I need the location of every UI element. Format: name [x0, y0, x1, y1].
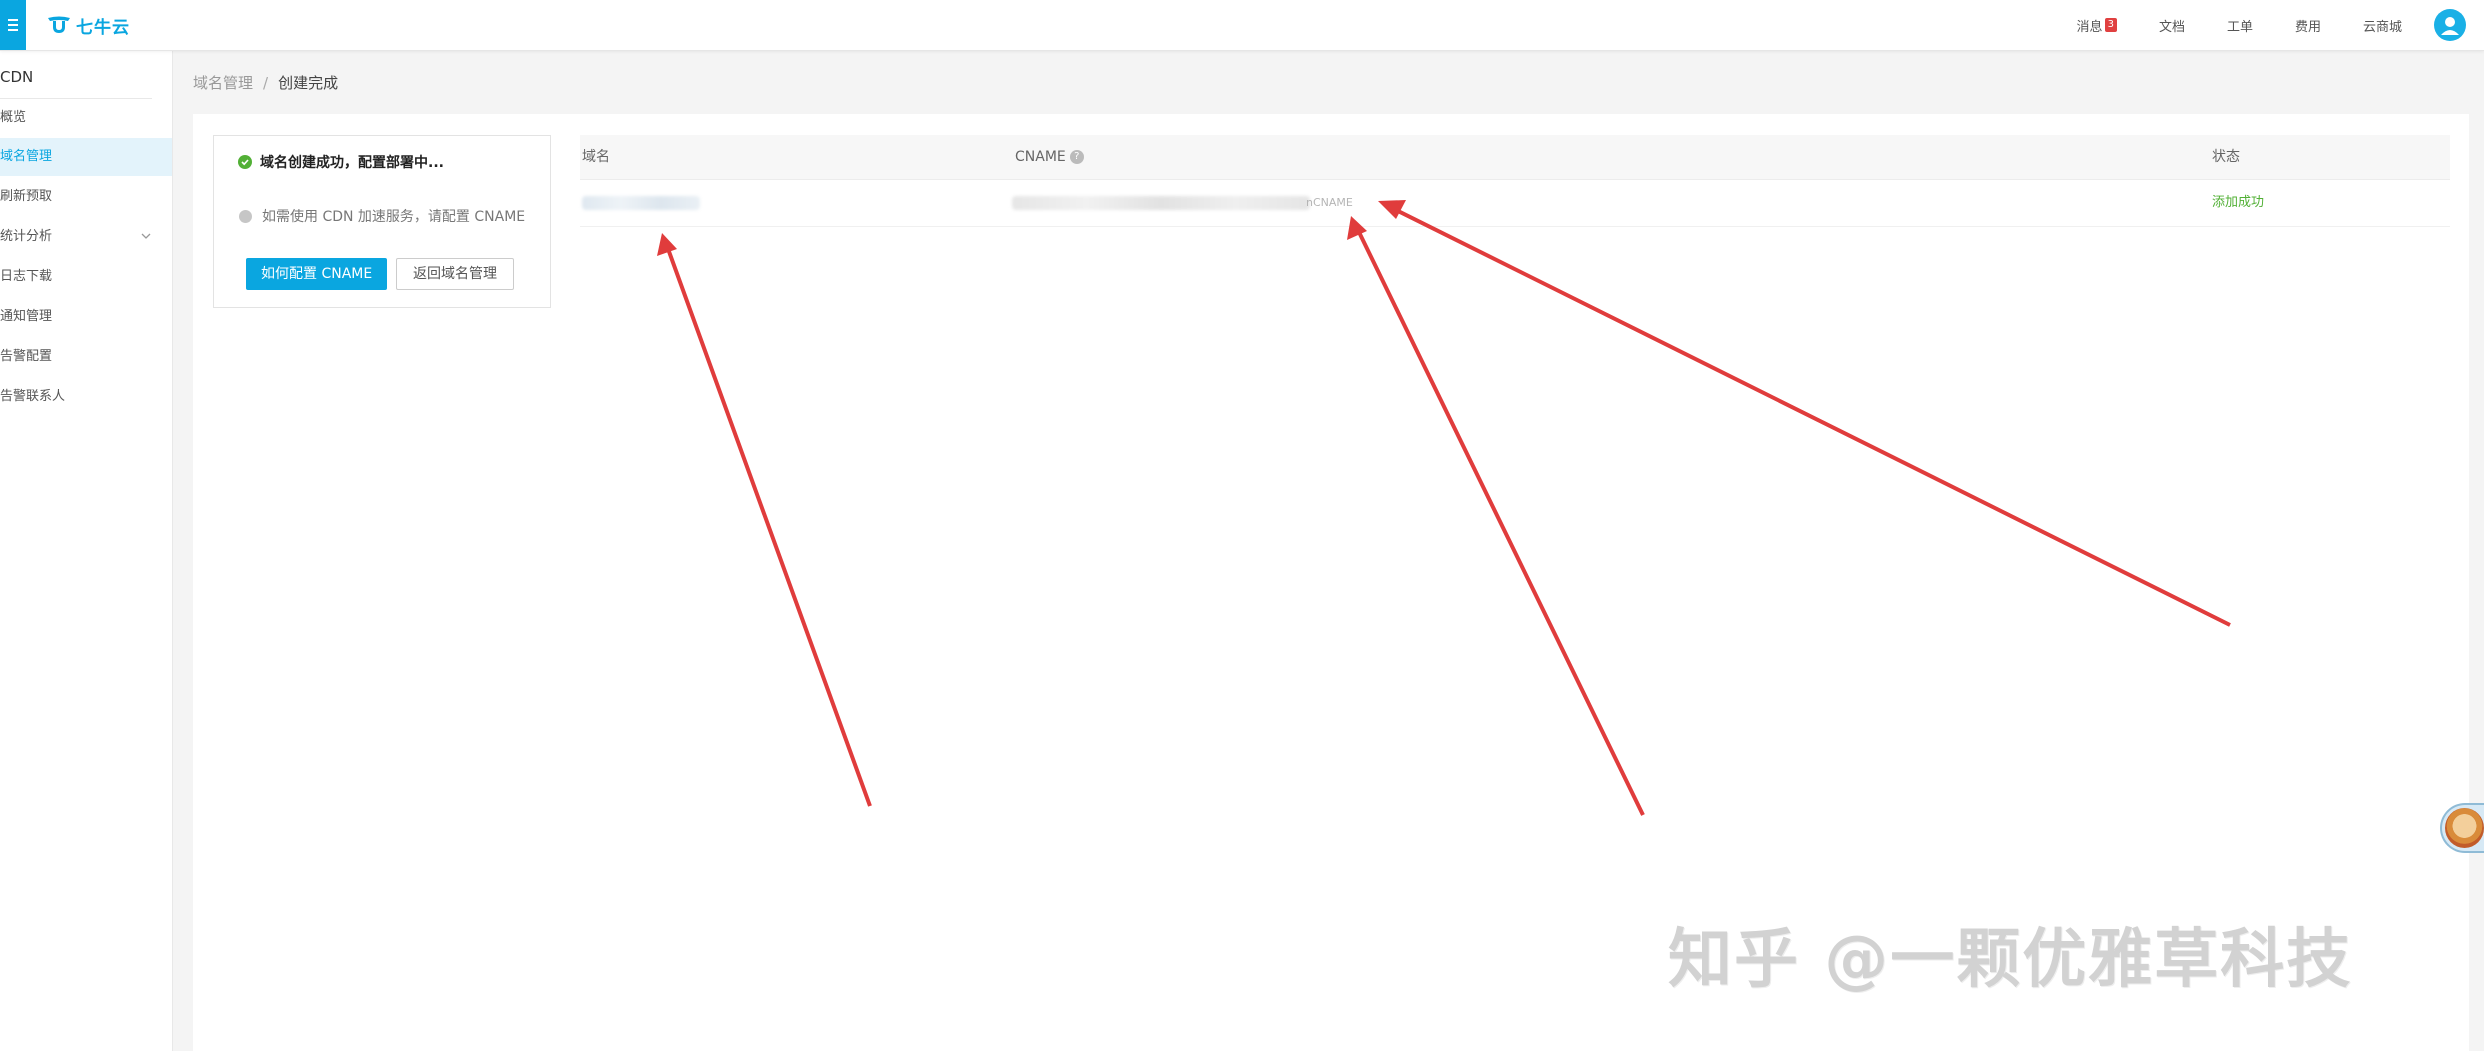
sidebar-item-notifications[interactable]: 通知管理 — [0, 298, 172, 336]
back-to-domains-button[interactable]: 返回域名管理 — [396, 258, 514, 290]
blurred-domain-value[interactable] — [582, 196, 700, 210]
column-header-cname-label: CNAME — [1015, 149, 1066, 165]
help-icon[interactable]: ? — [1069, 150, 1084, 164]
breadcrumb-current: 创建完成 — [278, 74, 339, 92]
cname-suffix: nCNAME — [1306, 196, 1353, 209]
column-header-status: 状态 — [2212, 149, 2240, 165]
check-circle-icon — [238, 155, 252, 169]
sidebar-item-refresh[interactable]: 刷新预取 — [0, 178, 172, 216]
logo[interactable]: 七牛云 — [46, 12, 130, 38]
nav-marketplace[interactable]: 云商城 — [2363, 16, 2402, 35]
message-count-badge: 3 — [2104, 18, 2117, 32]
assistant-avatar-icon — [2445, 808, 2484, 848]
table-row: nCNAME 添加成功 — [580, 180, 2450, 227]
top-bar: 七牛云 消息 3 文档 工单 费用 云商城 — [0, 0, 2484, 51]
top-nav: 消息 3 文档 工单 费用 云商城 — [2035, 0, 2402, 50]
hint-message: 如需使用 CDN 加速服务，请配置 CNAME — [262, 209, 526, 225]
watermark: 知乎 @一颗优雅草科技 — [1668, 923, 2353, 997]
menu-icon[interactable] — [0, 0, 26, 50]
user-icon — [2441, 17, 2459, 35]
nav-docs[interactable]: 文档 — [2159, 16, 2185, 35]
status-card: 域名创建成功，配置部署中... 如需使用 CDN 加速服务，请配置 CNAME … — [213, 135, 551, 308]
nav-billing[interactable]: 费用 — [2295, 16, 2321, 35]
sidebar-item-overview[interactable]: 概览 — [0, 99, 172, 137]
column-header-domain: 域名 — [582, 149, 610, 165]
pending-dot-icon — [239, 209, 252, 223]
domain-table: 域名 CNAME? 状态 nCNAME 添加成功 — [580, 135, 2450, 227]
nav-messages[interactable]: 消息 3 — [2077, 16, 2117, 35]
breadcrumb-parent[interactable]: 域名管理 — [193, 74, 253, 92]
sidebar-item-statistics[interactable]: 统计分析 — [0, 218, 172, 256]
success-message: 域名创建成功，配置部署中... — [260, 155, 444, 171]
status-value: 添加成功 — [2212, 195, 2265, 210]
nav-messages-label: 消息 — [2076, 19, 2103, 35]
blurred-cname-value — [1012, 196, 1310, 210]
sidebar-item-domains[interactable]: 域名管理 — [0, 138, 172, 176]
sidebar: CDN 概览 域名管理 刷新预取 统计分析 日志下载 通知管理 告警配置 告警联… — [0, 50, 173, 1051]
user-avatar[interactable] — [2434, 9, 2466, 41]
breadcrumb-separator: / — [263, 74, 269, 92]
qiniu-logo-icon — [48, 16, 70, 33]
breadcrumb: 域名管理 / 创建完成 — [193, 72, 338, 93]
table-header: 域名 CNAME? 状态 — [580, 135, 2450, 180]
how-to-configure-cname-button[interactable]: 如何配置 CNAME — [246, 258, 388, 290]
sidebar-item-statistics-label: 统计分析 — [0, 229, 53, 244]
sidebar-item-alert-contacts[interactable]: 告警联系人 — [0, 378, 172, 416]
sidebar-item-logs[interactable]: 日志下载 — [0, 258, 172, 296]
floating-assistant-avatar[interactable] — [2440, 803, 2484, 853]
column-header-cname: CNAME? — [1015, 135, 1084, 179]
sidebar-title: CDN — [0, 68, 34, 86]
sidebar-item-alerts[interactable]: 告警配置 — [0, 338, 172, 376]
hint-row: 如需使用 CDN 加速服务，请配置 CNAME — [238, 206, 525, 226]
success-row: 域名创建成功，配置部署中... — [238, 152, 444, 172]
nav-tickets[interactable]: 工单 — [2227, 16, 2253, 35]
logo-text: 七牛云 — [76, 17, 130, 38]
